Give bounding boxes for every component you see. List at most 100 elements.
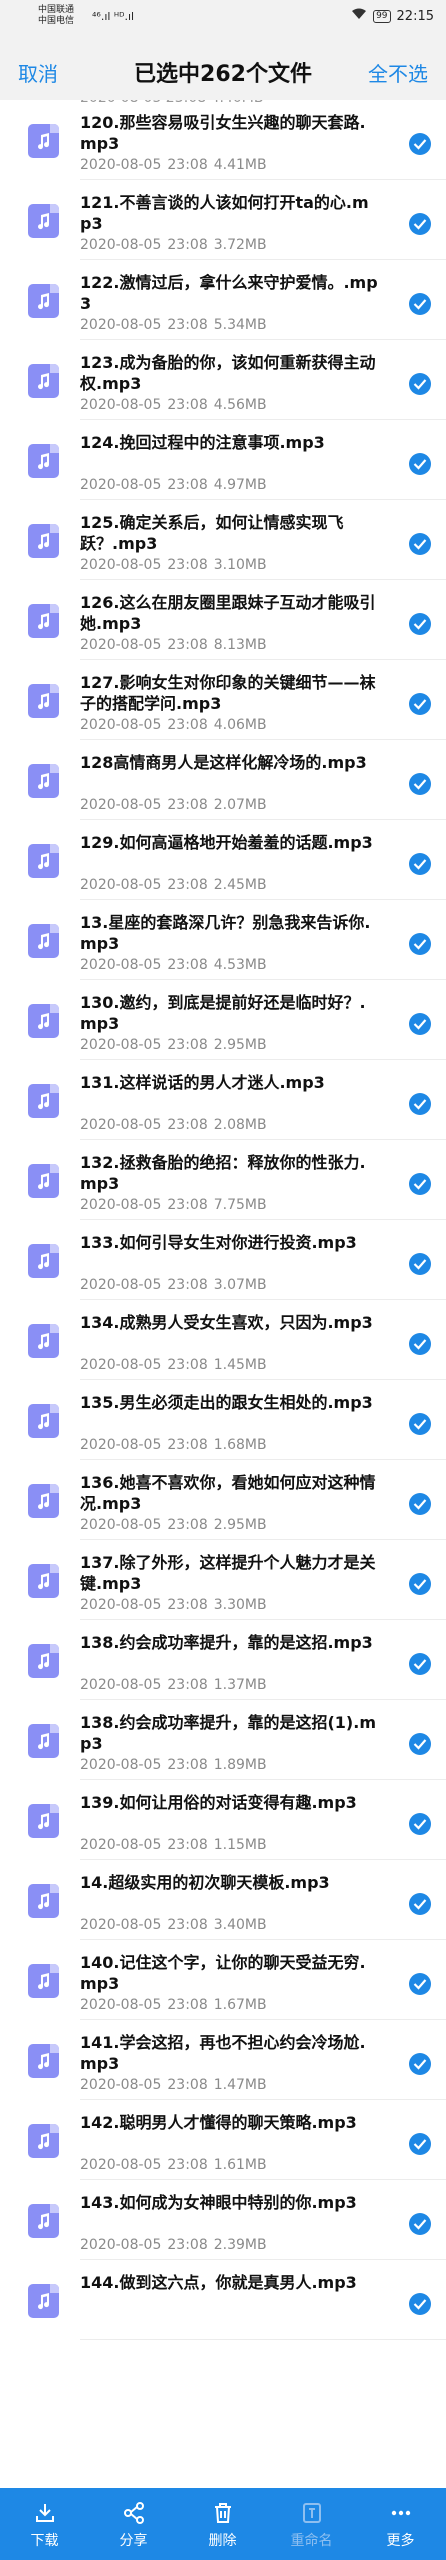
list-item[interactable]: 132.拯救备胎的绝招：释放你的性张力.mp3 2020-08-05 23:08 7.… bbox=[0, 1140, 446, 1220]
file-date: 2020-08-05 bbox=[80, 1037, 162, 1053]
checkbox-checked[interactable] bbox=[409, 933, 431, 955]
share-button[interactable]: 分享 bbox=[89, 2488, 178, 2560]
file-meta: 2020-08-05 23:08 2.08MB bbox=[80, 1117, 273, 1133]
file-name: 136.她喜不喜欢你，看她如何应对这种情况.mp3 bbox=[80, 1473, 376, 1513]
list-item[interactable]: 129.如何高逼格地开始羞羞的话题.mp3 2020-08-05 23:08 2.45… bbox=[0, 820, 446, 900]
file-name: 144.做到这六点，你就是真男人.mp3 bbox=[80, 2273, 357, 2292]
list-item[interactable]: 141.学会这招，再也不担心约会冷场尬.mp3 2020-08-05 23:08 1.… bbox=[0, 2020, 446, 2100]
checkbox-checked[interactable] bbox=[409, 1733, 431, 1755]
list-item[interactable]: 131.这样说话的男人才迷人.mp3 2020-08-05 23:08 2.08MB bbox=[0, 1060, 446, 1140]
checkbox-checked[interactable] bbox=[409, 1013, 431, 1035]
list-item[interactable]: 140.记住这个字，让你的聊天受益无穷.mp3 2020-08-05 23:08 1.… bbox=[0, 1940, 446, 2020]
file-size: 2.45MB bbox=[213, 877, 267, 893]
list-item[interactable]: 127.影响女生对你印象的关键细节——袜子的搭配学问.mp3 2020-08-05… bbox=[0, 660, 446, 740]
checkbox-checked[interactable] bbox=[409, 1253, 431, 1275]
list-item[interactable]: 121.不善言谈的人该如何打开ta的心.mp3 2020-08-05 23:08 3.… bbox=[0, 180, 446, 260]
music-file-icon bbox=[28, 604, 59, 638]
checkbox-checked[interactable] bbox=[409, 1813, 431, 1835]
checkmark-icon bbox=[413, 939, 427, 950]
list-item[interactable]: 143.如何成为女神眼中特别的你.mp3 2020-08-05 23:08 2.39M… bbox=[0, 2180, 446, 2260]
list-item[interactable]: 124.挽回过程中的注意事项.mp3 2020-08-05 23:08 4.97MB bbox=[0, 420, 446, 500]
more-button[interactable]: 更多 bbox=[356, 2488, 445, 2560]
checkbox-checked[interactable] bbox=[409, 2213, 431, 2235]
list-item[interactable]: 134.成熟男人受女生喜欢，只因为.mp3 2020-08-05 23:08 1.45… bbox=[0, 1300, 446, 1380]
checkbox-checked[interactable] bbox=[409, 133, 431, 155]
file-date: 2020-08-05 bbox=[80, 1917, 162, 1933]
file-name: 125.确定关系后，如何让情感实现飞跃？.mp3 bbox=[80, 513, 344, 553]
file-date: 2020-08-05 bbox=[80, 717, 162, 733]
file-meta: 2020-08-05 23:08 1.67MB bbox=[80, 1997, 273, 2013]
checkbox-checked[interactable] bbox=[409, 613, 431, 635]
file-time: 23:08 bbox=[167, 1757, 208, 1773]
checkmark-icon bbox=[413, 1099, 427, 1110]
checkbox-checked[interactable] bbox=[409, 533, 431, 555]
checkbox-checked[interactable] bbox=[409, 213, 431, 235]
checkbox-checked[interactable] bbox=[409, 2053, 431, 2075]
checkbox-checked[interactable] bbox=[409, 2293, 431, 2315]
file-name: 129.如何高逼格地开始羞羞的话题.mp3 bbox=[80, 833, 373, 852]
checkbox-checked[interactable] bbox=[409, 1573, 431, 1595]
list-item[interactable]: 14.超级实用的初次聊天模板.mp3 2020-08-05 23:08 3.40MB bbox=[0, 1860, 446, 1940]
list-item[interactable]: 13.星座的套路深几许？别急我来告诉你.mp3 2020-08-05 23:08 4.… bbox=[0, 900, 446, 980]
list-item[interactable]: 138.约会成功率提升，靠的是这招.mp3 2020-08-05 23:08 1.37… bbox=[0, 1620, 446, 1700]
list-item[interactable]: 125.确定关系后，如何让情感实现飞跃？.mp3 2020-08-05 23:08 3… bbox=[0, 500, 446, 580]
checkmark-icon bbox=[413, 1739, 427, 1750]
checkbox-checked[interactable] bbox=[409, 1493, 431, 1515]
file-date: 2020-08-05 bbox=[80, 157, 162, 173]
checkbox-checked[interactable] bbox=[409, 1893, 431, 1915]
checkbox-checked[interactable] bbox=[409, 2133, 431, 2155]
list-item[interactable]: 133.如何引导女生对你进行投资.mp3 2020-08-05 23:08 3.07M… bbox=[0, 1220, 446, 1300]
checkbox-checked[interactable] bbox=[409, 853, 431, 875]
list-item[interactable]: 135.男生必须走出的跟女生相处的.mp3 2020-08-05 23:08 1.68… bbox=[0, 1380, 446, 1460]
file-name: 123.成为备胎的你，该如何重新获得主动权.mp3 bbox=[80, 353, 376, 393]
list-item[interactable]: 123.成为备胎的你，该如何重新获得主动权.mp3 2020-08-05 23:08… bbox=[0, 340, 446, 420]
file-meta: 2020-08-05 23:08 7.75MB bbox=[80, 1197, 273, 1213]
checkbox-checked[interactable] bbox=[409, 773, 431, 795]
checkbox-checked[interactable] bbox=[409, 453, 431, 475]
list-item[interactable]: 122.激情过后，拿什么来守护爱情。.mp3 2020-08-05 23:08 5.3… bbox=[0, 260, 446, 340]
file-size: 2.07MB bbox=[213, 797, 267, 813]
list-item[interactable]: 136.她喜不喜欢你，看她如何应对这种情况.mp3 2020-08-05 23:08… bbox=[0, 1460, 446, 1540]
list-item[interactable]: 138.约会成功率提升，靠的是这招(1).mp3 2020-08-05 23:08 1… bbox=[0, 1700, 446, 1780]
file-size: 8.13MB bbox=[213, 637, 267, 653]
checkbox-checked[interactable] bbox=[409, 1173, 431, 1195]
download-button[interactable]: 下载 bbox=[0, 2488, 89, 2560]
checkbox-checked[interactable] bbox=[409, 293, 431, 315]
checkbox-checked[interactable] bbox=[409, 1973, 431, 1995]
checkmark-icon bbox=[413, 859, 427, 870]
list-item[interactable]: 142.聪明男人才懂得的聊天策略.mp3 2020-08-05 23:08 1.61M… bbox=[0, 2100, 446, 2180]
checkbox-checked[interactable] bbox=[409, 1413, 431, 1435]
music-file-icon bbox=[28, 1804, 59, 1838]
file-size: 4.06MB bbox=[213, 717, 267, 733]
file-size: 4.56MB bbox=[213, 397, 267, 413]
list-item[interactable]: 137.除了外形，这样提升个人魅力才是关键.mp3 2020-08-05 23:08… bbox=[0, 1540, 446, 1620]
file-size: 1.61MB bbox=[213, 2157, 267, 2173]
list-item[interactable]: 139.如何让用俗的对话变得有趣.mp3 2020-08-05 23:08 1.15M… bbox=[0, 1780, 446, 1860]
file-list: 2020-08-05 23:08 4.40MB 120.那些容易吸引女生兴趣的聊… bbox=[0, 90, 446, 2340]
clock: 22:15 bbox=[396, 8, 434, 24]
music-file-icon bbox=[28, 2124, 59, 2158]
file-name: 132.拯救备胎的绝招：释放你的性张力.mp3 bbox=[80, 1153, 366, 1193]
checkbox-checked[interactable] bbox=[409, 1653, 431, 1675]
delete-button[interactable]: 删除 bbox=[178, 2488, 267, 2560]
file-size: 2.95MB bbox=[213, 1037, 267, 1053]
file-name: 130.邀约，到底是提前好还是临时好？.mp3 bbox=[80, 993, 366, 1033]
checkmark-icon bbox=[413, 379, 427, 390]
music-file-icon bbox=[28, 924, 59, 958]
list-item[interactable]: 126.这么在朋友圈里跟妹子互动才能吸引她.mp3 2020-08-05 23:08… bbox=[0, 580, 446, 660]
music-file-icon bbox=[28, 844, 59, 878]
checkbox-checked[interactable] bbox=[409, 693, 431, 715]
list-item[interactable]: 128高情商男人是这样化解冷场的.mp3 2020-08-05 23:08 2.07M… bbox=[0, 740, 446, 820]
file-time: 23:08 bbox=[167, 1837, 208, 1853]
list-item[interactable]: 130.邀约，到底是提前好还是临时好？.mp3 2020-08-05 23:08 2.… bbox=[0, 980, 446, 1060]
file-time: 23:08 bbox=[167, 237, 208, 253]
list-item[interactable]: 120.那些容易吸引女生兴趣的聊天套路.mp3 2020-08-05 23:08 4.… bbox=[0, 100, 446, 180]
file-meta: 2020-08-05 23:08 2.39MB bbox=[80, 2237, 273, 2253]
list-item[interactable]: 144.做到这六点，你就是真男人.mp3 bbox=[0, 2260, 446, 2340]
file-size: 1.45MB bbox=[213, 1357, 267, 1373]
checkbox-checked[interactable] bbox=[409, 1093, 431, 1115]
checkbox-checked[interactable] bbox=[409, 1333, 431, 1355]
checkbox-checked[interactable] bbox=[409, 373, 431, 395]
rename-button[interactable]: 重命名 bbox=[267, 2488, 356, 2560]
deselect-all-button[interactable]: 全不选 bbox=[368, 58, 428, 87]
